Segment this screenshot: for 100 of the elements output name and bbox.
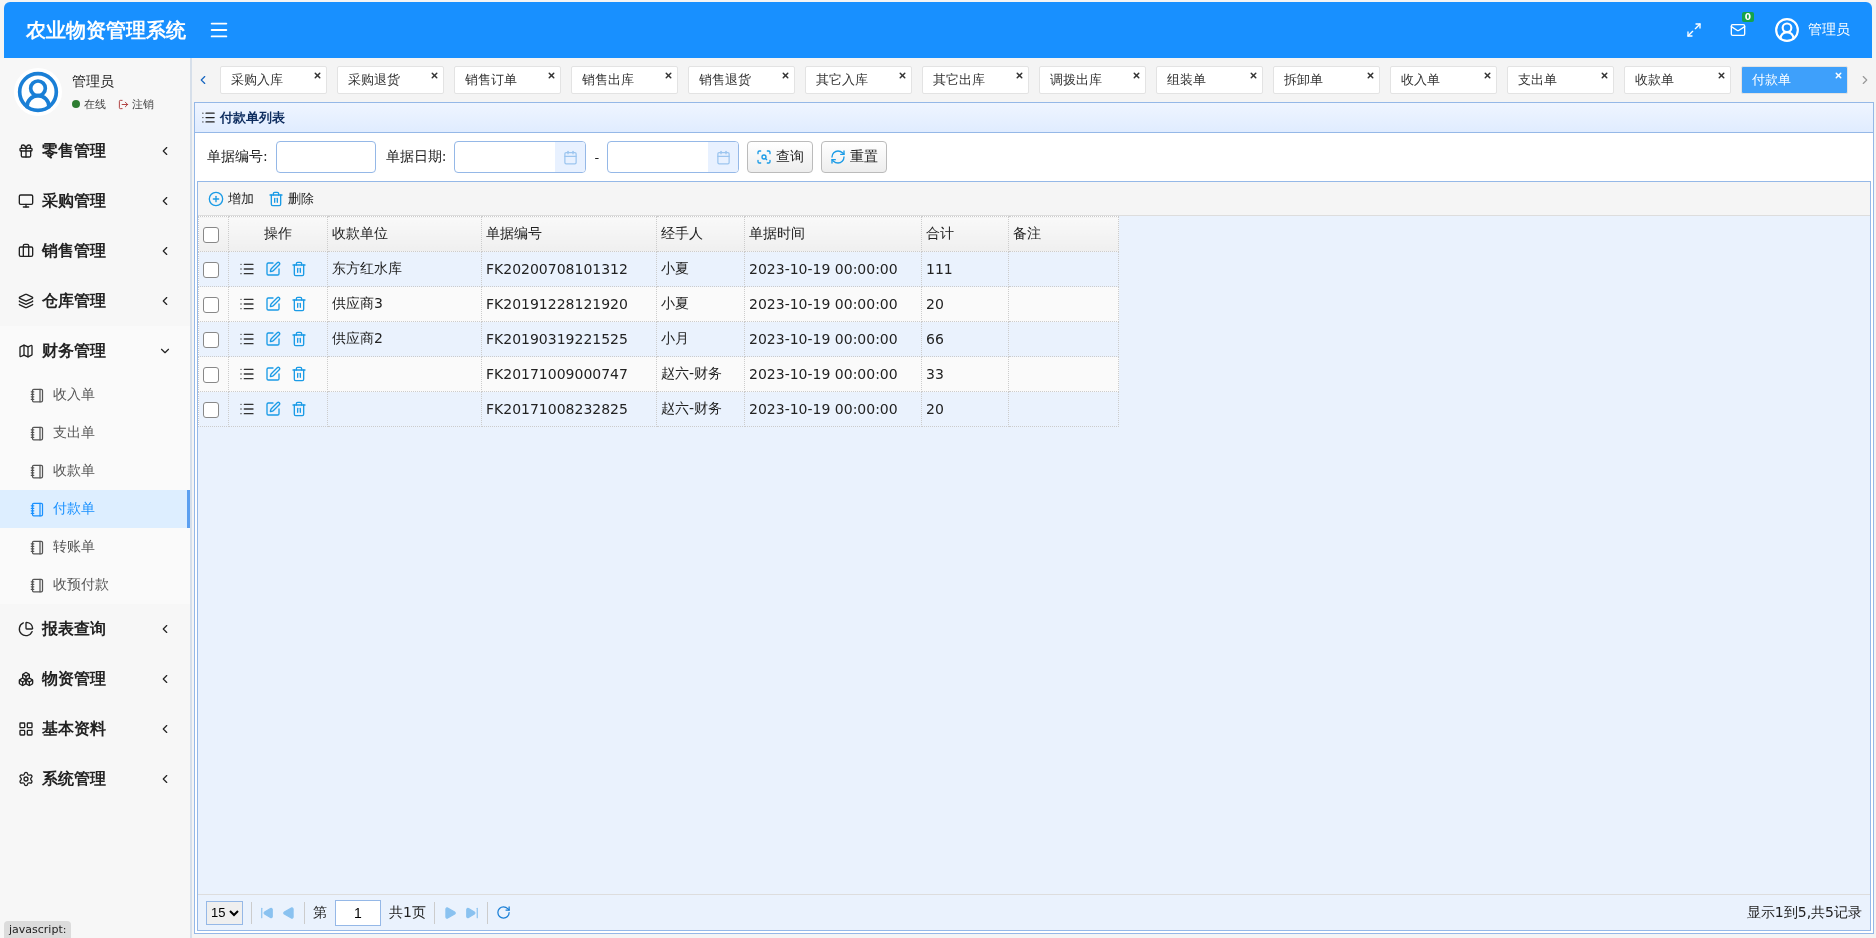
pie-chart-icon	[18, 621, 34, 637]
tab[interactable]: 销售退货	[688, 66, 795, 94]
details-icon[interactable]	[239, 331, 255, 347]
close-icon[interactable]	[664, 71, 673, 80]
table-cell: 20	[921, 286, 1009, 322]
logout-link[interactable]: 注销	[118, 96, 154, 112]
column-header: 单据时间	[744, 216, 922, 252]
checkbox[interactable]	[203, 401, 219, 418]
checkbox[interactable]	[203, 366, 219, 383]
next-page-icon[interactable]	[442, 905, 457, 920]
column-header: 经手人	[656, 216, 745, 252]
delete-icon[interactable]	[291, 296, 307, 312]
search-icon[interactable]	[756, 149, 773, 165]
mail-icon[interactable]	[1730, 22, 1746, 38]
close-icon[interactable]	[313, 71, 322, 80]
tab[interactable]: 调拨出库	[1039, 66, 1146, 94]
tab[interactable]: 销售订单	[454, 66, 561, 94]
menu-item[interactable]: 基本资料	[0, 704, 190, 754]
menu-item[interactable]: 销售管理	[0, 226, 190, 276]
close-icon[interactable]	[1366, 71, 1375, 80]
table-cell: 2023-10-19 00:00:00	[744, 321, 922, 357]
fullscreen-icon[interactable]	[1686, 22, 1702, 38]
user-avatar-icon[interactable]	[1774, 17, 1800, 43]
last-page-icon[interactable]	[464, 905, 479, 920]
tab[interactable]: 收入单	[1390, 66, 1497, 94]
close-icon[interactable]	[1717, 71, 1726, 80]
tab[interactable]: 拆卸单	[1273, 66, 1380, 94]
delete-icon[interactable]	[291, 261, 307, 277]
table-cell: 小夏	[656, 251, 745, 287]
table-cell: FK20171008232825	[481, 391, 657, 427]
briefcase-icon	[18, 243, 34, 259]
date-field[interactable]	[607, 141, 740, 173]
close-icon[interactable]	[1249, 71, 1258, 80]
close-icon[interactable]	[1132, 71, 1141, 80]
mail-count-badge: 0	[1741, 12, 1754, 22]
tab[interactable]: 收款单	[1624, 66, 1731, 94]
grid-icon	[18, 721, 34, 737]
tab[interactable]: 其它出库	[922, 66, 1029, 94]
checkbox[interactable]	[203, 331, 219, 348]
tab[interactable]: 组装单	[1156, 66, 1263, 94]
add-button[interactable]: 增加	[208, 189, 254, 208]
refresh-icon[interactable]	[830, 149, 847, 165]
input-field[interactable]	[275, 141, 376, 173]
profile-name: 管理员	[72, 72, 115, 91]
avatar-icon	[14, 68, 62, 116]
details-icon[interactable]	[239, 366, 255, 382]
edit-icon[interactable]	[265, 296, 281, 312]
first-page-icon[interactable]	[260, 905, 274, 920]
details-icon[interactable]	[239, 296, 255, 312]
menu-item[interactable]: 物资管理	[0, 654, 190, 704]
delete-icon[interactable]	[291, 331, 307, 347]
close-icon[interactable]	[1015, 71, 1024, 80]
checkbox[interactable]	[203, 296, 219, 313]
menu-item[interactable]: 系统管理	[0, 754, 190, 804]
table-cell: 20	[921, 391, 1009, 427]
column-header: 备注	[1008, 216, 1119, 252]
menu-item[interactable]: 零售管理	[0, 126, 190, 176]
menu-item[interactable]: 采购管理	[0, 176, 190, 226]
tab[interactable]: 支出单	[1507, 66, 1614, 94]
query-button[interactable]: 查询	[747, 141, 814, 173]
checkbox[interactable]	[203, 226, 219, 243]
table-cell: 小夏	[656, 286, 745, 322]
tab[interactable]: 销售出库	[571, 66, 678, 94]
page-total: 共1页	[389, 903, 426, 922]
close-icon[interactable]	[547, 71, 556, 80]
plus-icon[interactable]	[208, 190, 224, 207]
delete-icon[interactable]	[291, 401, 307, 417]
logout-icon[interactable]	[118, 98, 129, 110]
refresh-icon[interactable]	[495, 905, 511, 920]
layers-icon	[18, 293, 34, 309]
close-icon[interactable]	[898, 71, 907, 80]
delete-button[interactable]: 删除	[268, 189, 314, 208]
reset-button[interactable]: 重置	[821, 141, 888, 173]
details-icon[interactable]	[239, 401, 255, 417]
delete-icon[interactable]	[291, 366, 307, 382]
date-field[interactable]	[454, 141, 587, 173]
details-icon[interactable]	[239, 261, 255, 277]
previous-page-icon[interactable]	[282, 905, 296, 920]
page-size-select[interactable]: 15	[206, 900, 243, 925]
edit-icon[interactable]	[265, 331, 281, 347]
tab[interactable]: 其它入库	[805, 66, 912, 94]
close-icon[interactable]	[781, 71, 790, 80]
edit-icon[interactable]	[265, 261, 281, 277]
table-cell: 小月	[656, 321, 745, 357]
close-icon[interactable]	[430, 71, 439, 80]
menu-item[interactable]: 仓库管理	[0, 276, 190, 326]
column-header: 收款单位	[327, 216, 482, 252]
close-icon[interactable]	[1600, 71, 1609, 80]
table-cell: 2023-10-19 00:00:00	[744, 251, 922, 287]
tab[interactable]: 采购退货	[337, 66, 444, 94]
menu-item[interactable]: 报表查询	[0, 604, 190, 654]
tab[interactable]: 采购入库	[220, 66, 327, 94]
checkbox[interactable]	[203, 261, 219, 278]
trash-icon[interactable]	[268, 190, 284, 207]
online-dot	[72, 100, 80, 108]
page-number-field[interactable]: 1	[335, 899, 381, 926]
close-icon[interactable]	[1483, 71, 1492, 80]
field-label: 单据日期:	[385, 148, 447, 166]
edit-icon[interactable]	[265, 401, 281, 417]
edit-icon[interactable]	[265, 366, 281, 382]
